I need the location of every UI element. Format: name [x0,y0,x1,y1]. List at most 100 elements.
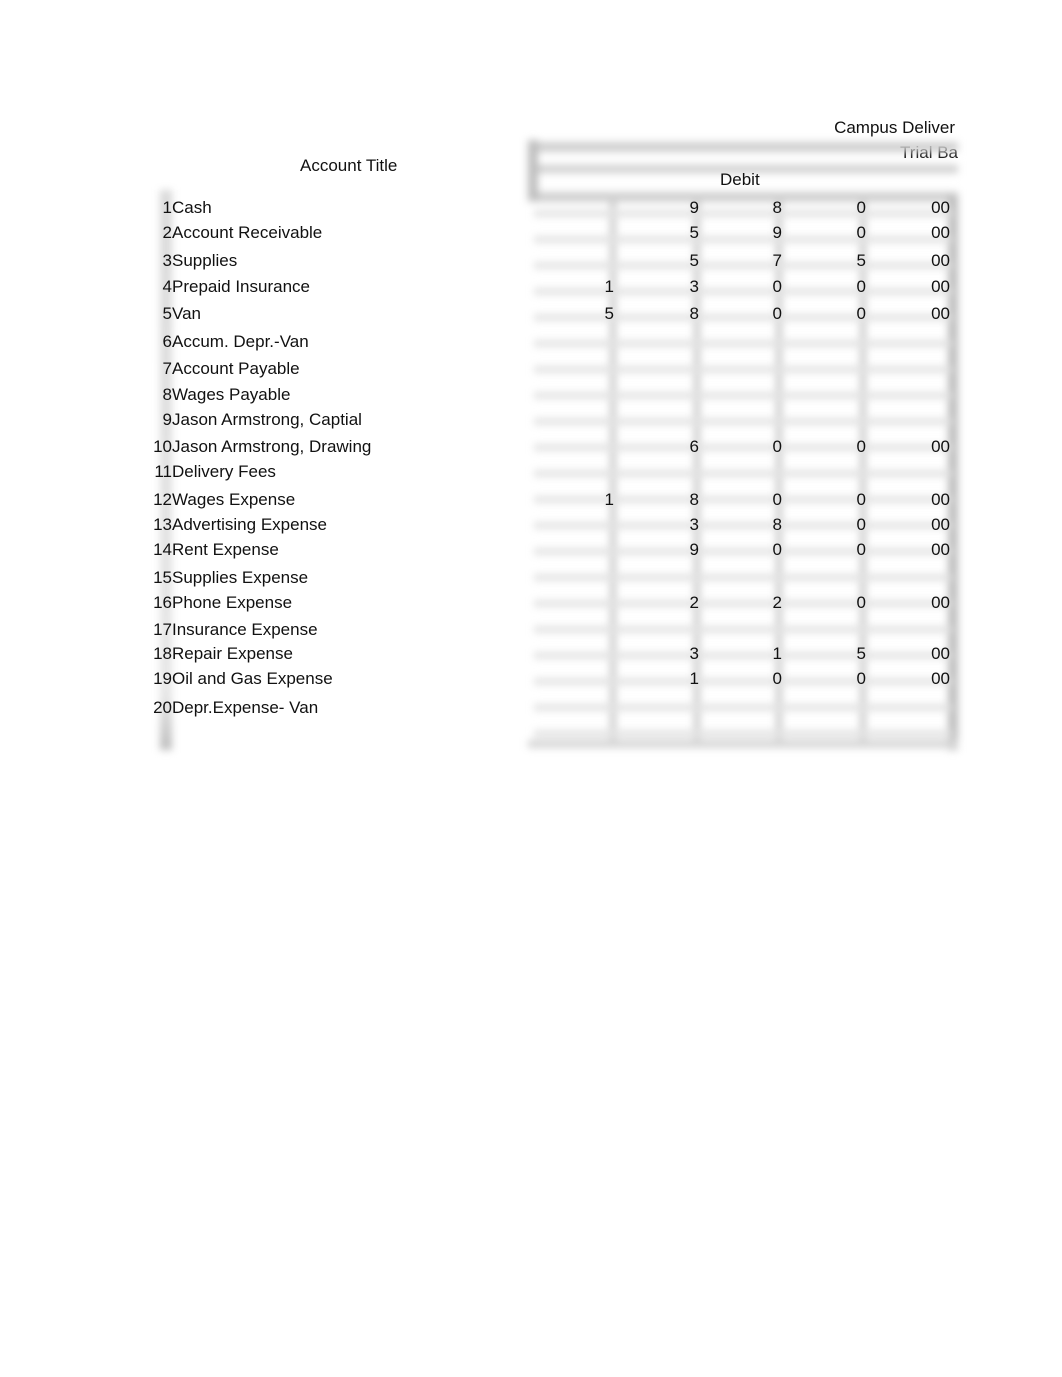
account-number: 10 [153,437,172,456]
account-row: 6Accum. Depr.-Van [148,332,309,352]
debit-digit-cell: 8 [689,490,699,509]
debit-digit-cell: 0 [856,437,866,456]
account-row: 19Oil and Gas Expense [148,669,333,689]
account-row: 12Wages Expense [148,490,295,510]
debit-digit-cell: 9 [689,198,699,217]
account-number: 8 [162,385,172,404]
debit-digit-cell: 00 [931,198,950,217]
debit-digit-cell: 00 [931,277,950,296]
account-title: Wages Expense [172,490,296,509]
debit-digit-cell: 00 [931,515,950,534]
account-title: Account Receivable [172,223,323,242]
debit-digit-cell: 3 [689,644,699,663]
account-title: Wages Payable [172,385,291,404]
account-row: 2Account Receivable [148,223,323,243]
debit-digit-cell: 1 [772,644,782,663]
account-row: 15Supplies Expense [148,568,308,588]
debit-digit-cell: 00 [931,669,950,688]
account-title: Jason Armstrong, Captial [172,410,362,429]
grid-line [534,704,952,711]
account-number: 18 [153,644,172,663]
debit-digit-cell: 9 [689,540,699,559]
grid-line [534,418,952,425]
grid-line [534,392,952,399]
account-number: 16 [153,593,172,612]
account-row: 9Jason Armstrong, Captial [148,410,362,430]
account-title: Prepaid Insurance [172,277,310,296]
account-number: 9 [162,410,172,429]
account-number: 12 [153,490,172,509]
grid-line [528,740,958,748]
debit-digit-cell: 9 [772,223,782,242]
debit-digit-cell: 0 [856,593,866,612]
account-number: 6 [162,332,172,351]
account-row: 8Wages Payable [148,385,291,405]
debit-digit-cell: 0 [856,304,866,323]
debit-digit-cell: 00 [931,304,950,323]
debit-digit-cell: 00 [931,644,950,663]
account-row: 11Delivery Fees [148,462,276,482]
debit-digit-cell: 5 [604,304,614,323]
account-row: 4Prepaid Insurance [148,277,310,297]
debit-digit-cell: 5 [689,223,699,242]
account-row: 1Cash [148,198,212,218]
debit-digit-cell: 1 [604,277,614,296]
debit-digit-cell: 00 [931,251,950,270]
debit-digit-cell: 0 [856,198,866,217]
debit-digit-cell: 0 [856,540,866,559]
account-number: 1 [162,198,172,217]
debit-digit-cell: 00 [931,490,950,509]
account-row: 3Supplies [148,251,238,271]
debit-digit-cell: 1 [604,490,614,509]
debit-digit-cell: 1 [689,669,699,688]
debit-digit-cell: 0 [856,277,866,296]
debit-digit-cell: 00 [931,223,950,242]
grid-line [534,470,952,477]
debit-digit-cell: 0 [772,277,782,296]
account-number: 17 [153,620,172,639]
account-title: Cash [172,198,212,217]
account-number: 2 [162,223,172,242]
account-title-header: Account Title [300,156,398,175]
grid-line [534,730,952,737]
account-row: 18Repair Expense [148,644,293,664]
debit-digit-cell: 00 [931,540,950,559]
account-row: 16Phone Expense [148,593,292,613]
account-number: 20 [153,698,172,717]
account-title: Advertising Expense [172,515,327,534]
debit-digit-cell: 2 [689,593,699,612]
account-row: 5Van [148,304,201,324]
account-number: 19 [153,669,172,688]
account-number: 5 [162,304,172,323]
debit-digit-cell: 3 [689,515,699,534]
company-name: Campus Deliver [834,118,955,137]
account-number: 13 [153,515,172,534]
grid-line [534,366,952,373]
debit-digit-cell: 3 [689,277,699,296]
debit-digit-cell: 0 [772,304,782,323]
account-number: 15 [153,568,172,587]
debit-digit-cell: 6 [689,437,699,456]
grid-line [534,340,952,347]
debit-digit-cell: 5 [856,251,866,270]
account-title: Oil and Gas Expense [172,669,333,688]
account-number: 4 [162,277,172,296]
account-title: Phone Expense [172,593,293,612]
debit-digit-cell: 8 [772,198,782,217]
debit-column-header: Debit [720,170,760,189]
account-number: 11 [154,462,172,481]
debit-digit-cell: 0 [856,515,866,534]
account-row: 20Depr.Expense- Van [148,698,318,718]
account-title: Supplies Expense [172,568,309,587]
account-number: 7 [162,359,172,378]
debit-digit-cell: 5 [689,251,699,270]
debit-digit-cell: 0 [856,223,866,242]
grid-line [534,574,952,581]
account-title: Insurance Expense [172,620,318,639]
account-title: Supplies [172,251,238,270]
account-title: Accum. Depr.-Van [172,332,309,351]
account-title: Van [172,304,201,323]
grid-line [534,626,952,633]
account-row: 17Insurance Expense [148,620,318,640]
debit-digit-cell: 7 [772,251,782,270]
